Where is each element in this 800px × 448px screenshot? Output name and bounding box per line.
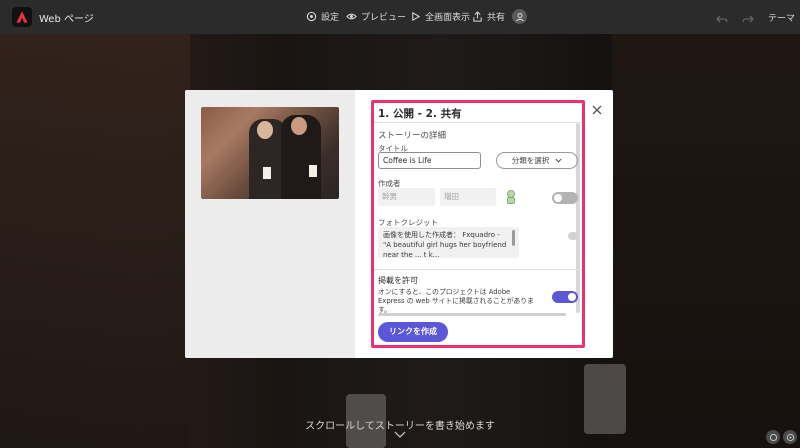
allow-listing-description: オンにすると、このプロジェクトは Adobe Express の web サイト… (378, 288, 534, 314)
vertical-scrollbar[interactable] (576, 123, 580, 313)
chevron-down-icon (555, 158, 562, 163)
panel-title: 1. 公開 - 2. 共有 (378, 108, 462, 120)
user-icon (515, 12, 524, 21)
publish-share-dialog: 1. 公開 - 2. 共有 ストーリーの詳細 タイトル Coffee is Li… (185, 90, 613, 358)
gear-icon (306, 11, 317, 22)
category-select[interactable]: 分類を選択 (496, 152, 578, 169)
fullscreen-button[interactable]: 全画面表示 (410, 10, 470, 23)
theme-button[interactable]: テーマ (768, 11, 795, 24)
gear-icon (769, 433, 777, 441)
create-link-button[interactable]: リンクを作成 (378, 322, 448, 342)
adobe-logo-icon[interactable] (12, 7, 32, 27)
preview-button[interactable]: プレビュー (346, 10, 406, 23)
last-name-input[interactable]: 増田 (440, 188, 496, 206)
chevron-down-icon (394, 431, 406, 438)
textarea-scrollbar[interactable] (512, 230, 515, 246)
horizontal-scrollbar[interactable] (378, 313, 566, 316)
preview-label: プレビュー (361, 13, 407, 23)
help-corner-button[interactable] (783, 430, 797, 444)
top-bar: Web ページ 設定 プレビュー 全画面表示 共有 テーマ (0, 0, 800, 34)
settings-button[interactable]: 設定 (306, 10, 339, 23)
user-avatar[interactable] (512, 9, 527, 24)
photo-credit-text: 画像を使用した作成者： Fxquadro - "A beautiful girl… (383, 231, 507, 258)
bot-icon (507, 190, 515, 204)
app-title: Web ページ (39, 14, 94, 25)
story-details-heading: ストーリーの詳細 (378, 131, 447, 141)
share-label: 共有 (487, 13, 506, 23)
eye-icon (346, 13, 357, 20)
photo-credit-toggle[interactable] (568, 232, 578, 240)
play-icon (412, 11, 421, 22)
publish-settings-panel: 1. 公開 - 2. 共有 ストーリーの詳細 タイトル Coffee is Li… (371, 100, 585, 348)
allow-listing-toggle[interactable] (552, 291, 578, 303)
author-toggle[interactable] (552, 192, 578, 204)
share-icon (473, 11, 482, 22)
title-input[interactable]: Coffee is Life (378, 152, 481, 169)
first-name-input[interactable]: 幹男 (378, 188, 435, 206)
fullscreen-label: 全画面表示 (425, 13, 471, 23)
settings-label: 設定 (321, 13, 340, 23)
undo-icon[interactable] (716, 10, 728, 23)
info-icon (786, 433, 794, 441)
allow-listing-heading: 掲載を許可 (378, 276, 418, 285)
story-thumbnail (201, 107, 339, 199)
share-button[interactable]: 共有 (472, 10, 505, 23)
redo-icon[interactable] (742, 10, 754, 23)
scroll-hint: スクロールしてストーリーを書き始めます (305, 421, 495, 432)
category-select-label: 分類を選択 (511, 156, 550, 165)
dialog-preview-pane (185, 90, 355, 358)
settings-corner-button[interactable] (766, 430, 780, 444)
photo-credit-textarea[interactable]: 画像を使用した作成者： Fxquadro - "A beautiful girl… (378, 227, 519, 258)
close-icon[interactable] (591, 101, 603, 115)
